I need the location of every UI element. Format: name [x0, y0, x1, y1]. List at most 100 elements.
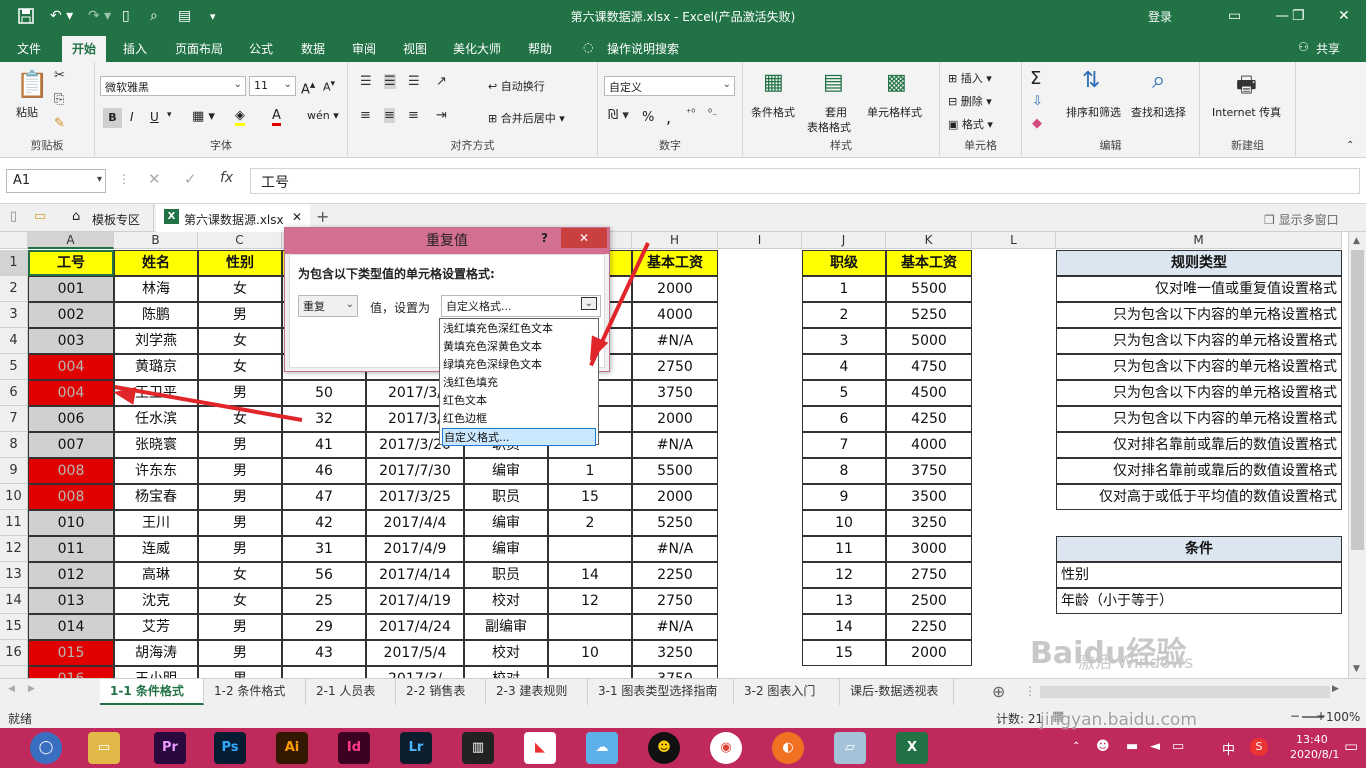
- rules-item[interactable]: 仅对唯一值或重复值设置格式: [1056, 276, 1342, 302]
- align-right-icon[interactable]: ≡: [408, 108, 419, 123]
- column-header[interactable]: K: [886, 232, 972, 249]
- select-all-corner[interactable]: [0, 232, 28, 249]
- table-row-date[interactable]: 2017/4/19: [366, 588, 464, 614]
- table-row-name[interactable]: 黄璐京: [114, 354, 198, 380]
- battery-icon[interactable]: ▭: [1172, 739, 1184, 754]
- row-header[interactable]: 6: [0, 380, 28, 406]
- cell-styles-button[interactable]: 单元格样式: [867, 104, 922, 120]
- phonetic-icon[interactable]: wén ▾: [307, 109, 339, 122]
- sheet-tab[interactable]: 2-1 人员表: [306, 679, 396, 705]
- tell-me-search[interactable]: 操作说明搜索: [607, 40, 679, 57]
- table-row-salary[interactable]: 2250: [632, 562, 718, 588]
- level-row[interactable]: 6: [802, 406, 886, 432]
- table-row-name[interactable]: 胡海涛: [114, 640, 198, 666]
- level-salary-header[interactable]: 基本工资: [886, 250, 972, 276]
- rules-header[interactable]: 规则类型: [1056, 250, 1342, 276]
- comma-button[interactable]: ,: [666, 108, 671, 127]
- table-row-gender[interactable]: 女: [198, 328, 282, 354]
- table-row-id[interactable]: 016: [28, 666, 114, 678]
- table-row-id[interactable]: 006: [28, 406, 114, 432]
- table-row-title[interactable]: 编审: [464, 510, 548, 536]
- table-row-age[interactable]: 25: [282, 588, 366, 614]
- level-row[interactable]: 14: [802, 614, 886, 640]
- decrease-decimal-icon[interactable]: ⁰₋: [708, 108, 717, 119]
- row-header[interactable]: [0, 666, 28, 678]
- table-row-gender[interactable]: 男: [198, 536, 282, 562]
- scroll-thumb[interactable]: [1351, 250, 1364, 550]
- table-row-years[interactable]: 10: [548, 640, 632, 666]
- format-option[interactable]: 浅红色填充: [442, 374, 596, 392]
- table-row-years[interactable]: 2: [548, 510, 632, 536]
- table-row-title[interactable]: 编审: [464, 458, 548, 484]
- horizontal-scrollbar[interactable]: [1040, 686, 1330, 698]
- table-row-salary[interactable]: 2750: [632, 588, 718, 614]
- excel-taskbar-icon[interactable]: X: [896, 732, 928, 764]
- column-header[interactable]: A: [28, 232, 114, 249]
- indesign-icon[interactable]: Id: [338, 732, 370, 764]
- table-row-date[interactable]: 2017/3/: [366, 666, 464, 678]
- table-row-age[interactable]: 42: [282, 510, 366, 536]
- sheet-tab[interactable]: 课后-数据透视表: [840, 679, 954, 705]
- table-format-button2[interactable]: 表格格式: [807, 119, 851, 135]
- table-row-title[interactable]: 副编审: [464, 614, 548, 640]
- search-icon[interactable]: ◯: [30, 732, 62, 764]
- table-row-id[interactable]: 002: [28, 302, 114, 328]
- table-row-title[interactable]: 职员: [464, 484, 548, 510]
- rules-item[interactable]: 仅对排名靠前或靠后的数值设置格式: [1056, 432, 1342, 458]
- delete-cells-button[interactable]: ⊟ 删除 ▾: [948, 93, 992, 109]
- file-explorer-icon[interactable]: ▭: [88, 732, 120, 764]
- tab-view[interactable]: 视图: [403, 40, 427, 57]
- next-sheet-icon[interactable]: ▶: [28, 684, 35, 694]
- prev-sheet-icon[interactable]: ◀: [8, 684, 15, 694]
- percent-button[interactable]: %: [642, 110, 654, 125]
- level-row-salary[interactable]: 2250: [886, 614, 972, 640]
- level-row[interactable]: 11: [802, 536, 886, 562]
- font-size-select[interactable]: 11 ⌄: [249, 76, 296, 96]
- border-icon[interactable]: ▦ ▾: [192, 109, 215, 124]
- table-row-salary[interactable]: 5250: [632, 510, 718, 536]
- table-row-years[interactable]: 14: [548, 562, 632, 588]
- level-row-salary[interactable]: 2000: [886, 640, 972, 666]
- volume-icon[interactable]: ◄: [1150, 739, 1160, 754]
- row-header[interactable]: 3: [0, 302, 28, 328]
- table-row-name[interactable]: 王川: [114, 510, 198, 536]
- table-row-gender[interactable]: 男: [198, 458, 282, 484]
- format-style-select[interactable]: 自定义格式... ⌄: [441, 295, 601, 317]
- format-option[interactable]: 黄填充色深黄色文本: [442, 338, 596, 356]
- table-row-id[interactable]: 004: [28, 380, 114, 406]
- table-row-date[interactable]: 2017/7/30: [366, 458, 464, 484]
- rules-item[interactable]: 只为包含以下内容的单元格设置格式: [1056, 354, 1342, 380]
- table-row-gender[interactable]: 女: [198, 562, 282, 588]
- browser-icon[interactable]: ◐: [772, 732, 804, 764]
- font-color-icon[interactable]: A: [272, 108, 281, 126]
- table-row-date[interactable]: 2017/4/9: [366, 536, 464, 562]
- insert-cells-button[interactable]: ⊞ 插入 ▾: [948, 70, 992, 86]
- confirm-icon[interactable]: ✓: [184, 170, 197, 188]
- row-header[interactable]: 11: [0, 510, 28, 536]
- level-row-salary[interactable]: 5000: [886, 328, 972, 354]
- format-painter-icon[interactable]: ✎: [54, 116, 65, 131]
- close-tab-icon[interactable]: ✕: [292, 210, 302, 224]
- currency-icon[interactable]: ₪ ▾: [608, 108, 629, 123]
- level-row-salary[interactable]: 3000: [886, 536, 972, 562]
- table-row-age[interactable]: 50: [282, 380, 366, 406]
- row-header[interactable]: 10: [0, 484, 28, 510]
- format-option[interactable]: 浅红填充色深红色文本: [442, 320, 596, 338]
- printer-icon[interactable]: 🖶: [1236, 68, 1257, 106]
- shrink-font-icon[interactable]: A▾: [323, 78, 335, 94]
- bold-button[interactable]: B: [103, 108, 122, 128]
- lightroom-icon[interactable]: Lr: [400, 732, 432, 764]
- table-row-date[interactable]: 2017/4/4: [366, 510, 464, 536]
- tab-help[interactable]: 帮助: [528, 40, 552, 57]
- merge-center-button[interactable]: ⊞ 合并后居中 ▾: [488, 110, 565, 126]
- table-row-age[interactable]: 46: [282, 458, 366, 484]
- cancel-icon[interactable]: ✕: [148, 170, 161, 188]
- sheet-tab[interactable]: 3-1 图表类型选择指南: [588, 679, 734, 705]
- table-row-name[interactable]: 林海: [114, 276, 198, 302]
- conditional-format-button[interactable]: 条件格式: [751, 104, 795, 120]
- video-icon[interactable]: ▥: [462, 732, 494, 764]
- increase-decimal-icon[interactable]: ⁺⁰: [686, 108, 695, 119]
- zoom-plus-icon[interactable]: +: [1316, 709, 1326, 723]
- function-icon[interactable]: fx: [220, 170, 233, 186]
- column-header[interactable]: C: [198, 232, 282, 249]
